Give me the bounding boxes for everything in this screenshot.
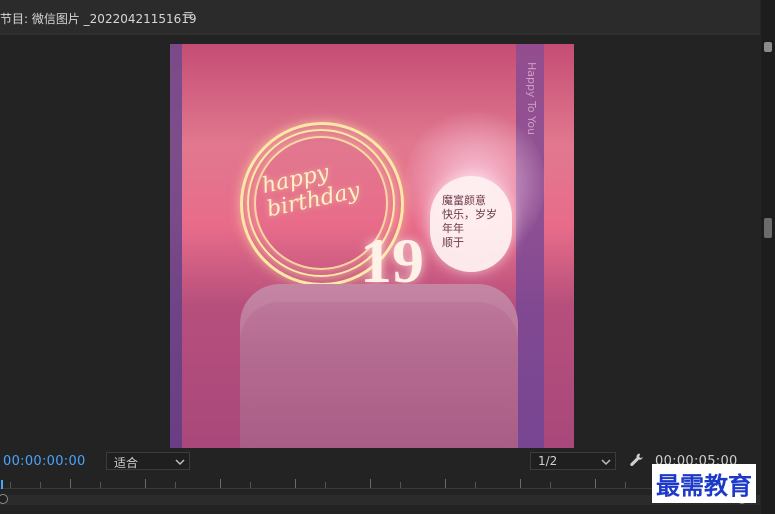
wrench-icon[interactable] xyxy=(629,452,645,468)
ruler-tick xyxy=(400,482,401,488)
frame-left-strip xyxy=(170,44,182,448)
ruler-tick xyxy=(445,479,446,488)
ruler-tick xyxy=(40,482,41,488)
fit-dropdown[interactable]: 适合 xyxy=(106,452,190,470)
card-line: 顺于 xyxy=(442,236,464,249)
fit-dropdown-label: 适合 xyxy=(114,456,139,470)
ruler-tick xyxy=(100,482,101,488)
hamburger-icon[interactable]: ≡ xyxy=(183,8,194,23)
ruler-tick xyxy=(625,482,626,488)
ruler-tick xyxy=(10,482,11,488)
ruler-tick xyxy=(70,479,71,488)
playhead[interactable] xyxy=(1,480,3,489)
right-scrollbar-thumb[interactable] xyxy=(764,218,772,238)
mini-timeline[interactable] xyxy=(0,475,760,495)
ruler-tick xyxy=(295,479,296,488)
program-frame[interactable]: happy birthday 19 魔富颜意 快乐，岁岁年年 顺于 Happy … xyxy=(170,44,574,448)
right-scrollbar[interactable] xyxy=(761,0,775,514)
ruler-tick xyxy=(520,479,521,488)
ruler-tick xyxy=(250,482,251,488)
program-monitor-panel: 节目: 微信图片 _20220421151619 ≡ happy birthda… xyxy=(0,0,775,514)
side-text: Happy To You xyxy=(525,62,538,136)
current-timecode[interactable]: 00:00:00:00 xyxy=(3,454,86,469)
ruler-tick xyxy=(475,482,476,488)
timeline-scrollbar[interactable] xyxy=(0,495,760,505)
chevron-down-icon xyxy=(175,459,185,466)
panel-header: 节目: 微信图片 _20220421151619 ≡ xyxy=(0,0,760,35)
right-scrollbar-handle[interactable] xyxy=(764,42,772,52)
message-card-text: 魔富颜意 快乐，岁岁年年 顺于 xyxy=(442,194,502,250)
card-line: 魔富颜意 xyxy=(442,194,486,207)
ruler-tick xyxy=(175,482,176,488)
resolution-dropdown[interactable]: 1/2 xyxy=(530,452,616,470)
ruler-tick xyxy=(145,479,146,488)
ruler-tick xyxy=(220,479,221,488)
cake xyxy=(240,284,518,448)
watermark: 最需教育 xyxy=(652,464,756,503)
panel-title: 节目: 微信图片 _20220421151619 xyxy=(0,12,197,26)
ruler-tick xyxy=(325,482,326,488)
card-line: 快乐，岁岁年年 xyxy=(442,208,497,235)
monitor-controls: 00:00:00:00 适合 1/2 00:00:05:00 xyxy=(0,450,760,472)
ruler-tick xyxy=(370,479,371,488)
ruler-tick xyxy=(550,482,551,488)
chevron-down-icon xyxy=(601,459,611,466)
timeline-ruler xyxy=(0,488,742,489)
resolution-dropdown-label: 1/2 xyxy=(538,454,558,468)
ruler-tick xyxy=(595,479,596,488)
